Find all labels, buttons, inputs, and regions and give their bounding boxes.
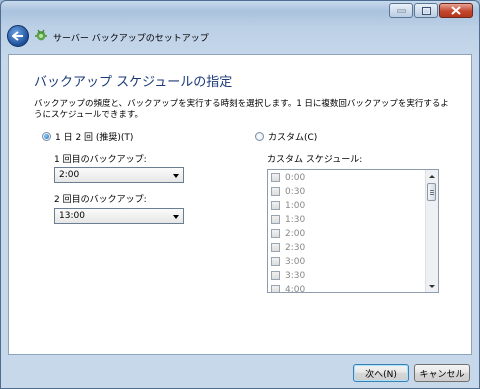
close-icon [451, 6, 461, 15]
checkbox[interactable] [271, 187, 280, 196]
title-bar [1, 1, 479, 21]
custom-schedule-list[interactable]: 0:00 0:30 1:00 1:30 2:00 2:30 3:00 3:30 … [267, 169, 439, 293]
list-item-label: 0:00 [285, 172, 306, 183]
list-item[interactable]: 4:00 [271, 283, 306, 293]
wizard-window: サーバー バックアップのセットアップ バックアップ スケジュールの指定 バックア… [0, 0, 480, 389]
radio-selected-dot [44, 134, 49, 139]
checkbox[interactable] [271, 285, 280, 292]
second-backup-select[interactable]: 13:00 [54, 208, 184, 224]
checkbox[interactable] [271, 215, 280, 224]
checkbox[interactable] [271, 229, 280, 238]
checkbox[interactable] [271, 243, 280, 252]
radio-button[interactable] [42, 132, 51, 141]
second-backup-value: 13:00 [59, 211, 85, 221]
radio-custom[interactable]: カスタム(C) [255, 130, 317, 143]
maximize-button[interactable] [414, 3, 438, 18]
page-description: バックアップの頻度と、バックアップを実行する時刻を選択します。1 日に複数回バッ… [34, 99, 449, 120]
back-arrow-icon [12, 31, 23, 41]
list-item[interactable]: 2:00 [271, 227, 305, 240]
first-backup-label: 1 回目のバックアップ: [54, 155, 147, 165]
list-item[interactable]: 0:00 [271, 171, 305, 184]
scroll-down-icon [429, 284, 435, 288]
radio-custom-label: カスタム(C) [268, 133, 318, 143]
scroll-down-button[interactable] [426, 280, 438, 292]
list-item-label: 1:00 [285, 200, 306, 211]
list-item[interactable]: 3:00 [271, 255, 305, 268]
list-item-label: 4:00 [285, 284, 306, 293]
grip-line [430, 190, 434, 191]
back-button[interactable] [7, 25, 29, 47]
list-item-label: 2:30 [285, 242, 306, 253]
close-button[interactable] [439, 3, 473, 18]
list-item[interactable]: 1:00 [271, 199, 305, 212]
chevron-down-icon [173, 215, 179, 219]
scroll-thumb[interactable] [427, 183, 436, 201]
wizard-content: バックアップ スケジュールの指定 バックアップの頻度と、バックアップを実行する時… [8, 54, 472, 355]
list-item-label: 1:30 [285, 214, 306, 225]
backup-app-icon [35, 29, 47, 41]
second-backup-label: 2 回目のバックアップ: [54, 195, 147, 205]
list-item[interactable]: 3:30 [271, 269, 305, 282]
checkbox[interactable] [271, 173, 280, 182]
maximize-icon [421, 6, 431, 15]
caption-buttons [389, 3, 473, 18]
vertical-scrollbar[interactable] [425, 170, 438, 292]
minimize-button[interactable] [389, 3, 413, 18]
checkbox[interactable] [271, 257, 280, 266]
custom-schedule-label: カスタム スケジュール: [267, 155, 363, 165]
checkbox[interactable] [271, 271, 280, 280]
list-item-label: 3:30 [285, 270, 306, 281]
scroll-up-button[interactable] [426, 170, 438, 182]
list-item[interactable]: 1:30 [271, 213, 305, 226]
minimize-icon [396, 9, 406, 12]
page-title: バックアップ スケジュールの指定 [34, 75, 233, 90]
radio-twice-daily-label: 1 日 2 回 (推奨)(T) [55, 133, 134, 143]
list-item-label: 0:30 [285, 186, 306, 197]
list-item-label: 3:00 [285, 256, 306, 267]
first-backup-select[interactable]: 2:00 [54, 167, 184, 183]
scroll-up-icon [429, 174, 435, 178]
radio-twice-daily[interactable]: 1 日 2 回 (推奨)(T) [42, 130, 133, 143]
radio-button[interactable] [255, 132, 264, 141]
list-item[interactable]: 2:30 [271, 241, 305, 254]
window-title: サーバー バックアップのセットアップ [53, 34, 209, 44]
first-backup-value: 2:00 [59, 170, 80, 180]
list-item[interactable]: 0:30 [271, 185, 305, 198]
wizard-header: サーバー バックアップのセットアップ [1, 23, 479, 51]
list-item-label: 2:00 [285, 228, 306, 239]
wizard-footer: 次へ(N) キャンセル [1, 356, 479, 388]
checkbox[interactable] [271, 201, 280, 210]
grip-line [430, 192, 434, 193]
next-button[interactable]: 次へ(N) [353, 364, 409, 382]
grip-line [430, 194, 434, 195]
chevron-down-icon [173, 174, 179, 178]
cancel-button[interactable]: キャンセル [414, 364, 470, 382]
